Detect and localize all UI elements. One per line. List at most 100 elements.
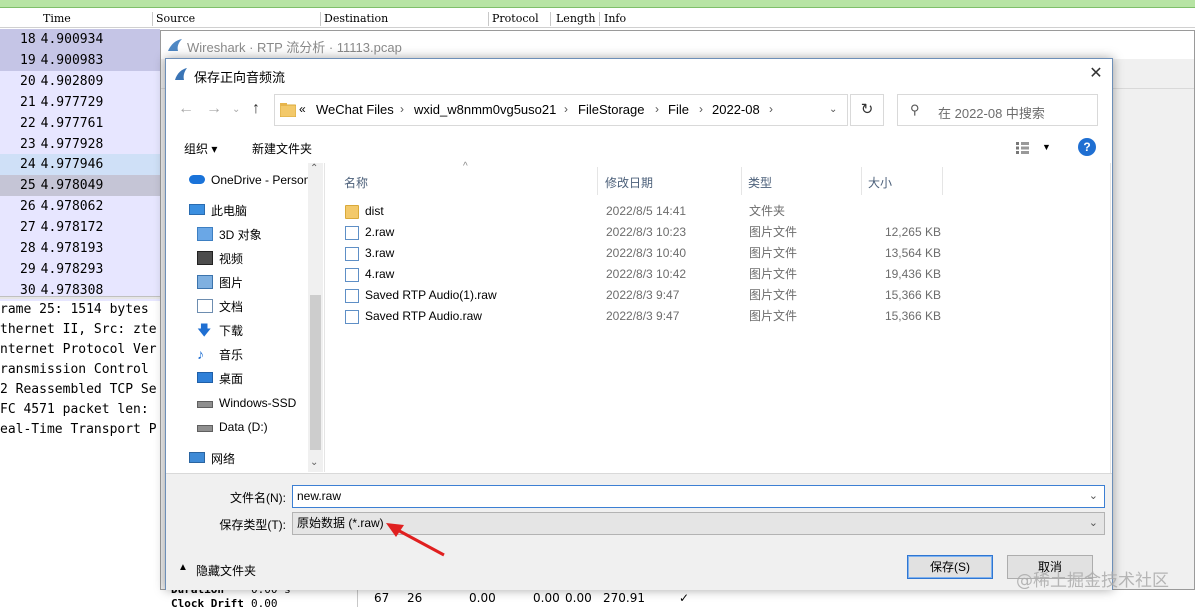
nav-item[interactable]: 3D 对象: [197, 222, 323, 246]
pane-splitter[interactable]: [0, 296, 160, 299]
column-separator[interactable]: [599, 12, 600, 26]
breadcrumb-file[interactable]: File: [668, 102, 689, 117]
file-name: Saved RTP Audio.raw: [365, 309, 482, 323]
column-type[interactable]: 类型: [748, 174, 772, 191]
nav-item-label: 此电脑: [211, 203, 248, 218]
packet-row[interactable]: 18 4.900934: [0, 29, 160, 50]
file-row[interactable]: 2.raw 2022/8/3 10:23 图片文件 12,265 KB: [335, 222, 1095, 243]
packet-row[interactable]: 23 4.977928: [0, 133, 160, 155]
nav-item[interactable]: ♪ 音乐: [197, 342, 323, 366]
detail-line[interactable]: thernet II, Src: zte: [0, 320, 157, 340]
column-separator[interactable]: [550, 12, 551, 26]
column-time[interactable]: Time: [43, 12, 71, 25]
column-size[interactable]: 大小: [868, 174, 892, 191]
packet-row[interactable]: 29 4.978293: [0, 258, 160, 280]
file-icon: [345, 247, 359, 261]
chevron-right-icon[interactable]: ›: [699, 102, 703, 116]
column-separator[interactable]: [488, 12, 489, 26]
chevron-down-icon[interactable]: ▼: [1042, 142, 1051, 152]
chevron-down-icon[interactable]: ⌄: [1089, 486, 1098, 507]
close-button[interactable]: ✕: [1084, 63, 1108, 85]
nav-item[interactable]: 视频: [197, 246, 323, 270]
nav-item[interactable]: Data (D:): [197, 414, 323, 438]
new-folder-button[interactable]: 新建文件夹: [252, 140, 312, 157]
packet-row[interactable]: 22 4.977761: [0, 112, 160, 134]
column-divider[interactable]: [741, 167, 742, 195]
file-row[interactable]: dist 2022/8/5 14:41 文件夹: [335, 201, 1095, 222]
chevron-right-icon[interactable]: ›: [769, 102, 773, 116]
nav-scroll-thumb[interactable]: [310, 295, 321, 450]
up-folder-icon[interactable]: ↑: [252, 100, 260, 118]
file-row[interactable]: Saved RTP Audio(1).raw 2022/8/3 9:47 图片文件 1…: [335, 285, 1095, 306]
chevron-right-icon[interactable]: ›: [655, 102, 659, 116]
chevron-down-icon[interactable]: ⌄: [829, 104, 837, 115]
breadcrumb-wechat-files[interactable]: WeChat Files: [316, 102, 394, 117]
clock-drift-label: Clock Drift: [171, 597, 244, 607]
filename-input[interactable]: new.raw ⌄: [292, 485, 1105, 508]
hide-folders-toggle[interactable]: 隐藏文件夹: [196, 562, 256, 579]
nav-item[interactable]: 网络: [189, 446, 323, 470]
breadcrumb-2022-08[interactable]: 2022-08: [712, 102, 760, 117]
packet-row[interactable]: 27 4.978172: [0, 217, 160, 239]
rtp-window-titlebar: Wireshark · RTP 流分析 · 11113.pcap: [161, 31, 1194, 59]
packet-row[interactable]: 28 4.978193: [0, 238, 160, 259]
column-divider[interactable]: [861, 167, 862, 195]
file-row[interactable]: 3.raw 2022/8/3 10:40 图片文件 13,564 KB: [335, 243, 1095, 264]
chevron-right-icon[interactable]: ›: [564, 102, 568, 116]
column-name[interactable]: 名称: [344, 174, 368, 191]
nav-item[interactable]: 🡇 下载: [197, 318, 323, 342]
packet-row[interactable]: 19 4.900983: [0, 49, 160, 71]
scroll-up-icon[interactable]: ⌃: [310, 163, 318, 174]
packet-row[interactable]: 20 4.902809: [0, 70, 160, 92]
nav-item[interactable]: Windows-SSD: [197, 390, 323, 414]
view-options-icon[interactable]: [1016, 142, 1032, 154]
column-length[interactable]: Length: [556, 12, 595, 25]
detail-line[interactable]: eal-Time Transport P: [0, 420, 157, 440]
nav-item[interactable]: 桌面: [197, 366, 323, 390]
organize-menu[interactable]: 组织 ▾: [184, 140, 217, 157]
nav-item[interactable]: 图片: [197, 270, 323, 294]
save-button[interactable]: 保存(S): [907, 555, 993, 579]
nav-item[interactable]: 此电脑: [189, 198, 323, 222]
recent-locations-icon[interactable]: ⌄: [232, 104, 240, 115]
detail-line[interactable]: 2 Reassembled TCP Se: [0, 380, 157, 400]
nav-item-label: 视频: [219, 251, 244, 266]
detail-line[interactable]: FC 4571 packet len:: [0, 400, 149, 420]
detail-line[interactable]: ransmission Control: [0, 360, 149, 380]
packet-row[interactable]: 26 4.978062: [0, 196, 160, 218]
file-icon: [345, 268, 359, 282]
packet-row[interactable]: 25 4.978049: [0, 175, 160, 197]
dialog-title: 保存正向音频流: [194, 70, 286, 85]
file-row[interactable]: Saved RTP Audio.raw 2022/8/3 9:47 图片文件 15,3…: [335, 306, 1095, 327]
column-source[interactable]: Source: [156, 12, 195, 25]
chevron-right-icon[interactable]: ›: [400, 102, 404, 116]
breadcrumb-wxid[interactable]: wxid_w8nmm0vg5uso21: [414, 102, 556, 117]
forward-arrow-icon[interactable]: →: [206, 100, 222, 118]
column-divider[interactable]: [942, 167, 943, 195]
help-icon[interactable]: ?: [1078, 138, 1096, 156]
nav-item[interactable]: OneDrive - Persona: [189, 167, 323, 191]
column-divider[interactable]: [597, 167, 598, 195]
scroll-down-icon[interactable]: ⌄: [310, 457, 318, 468]
packet-row[interactable]: 24 4.977946: [0, 154, 160, 176]
packet-row[interactable]: 21 4.977729: [0, 91, 160, 113]
column-date[interactable]: 修改日期: [605, 174, 653, 191]
breadcrumb-overflow[interactable]: «: [299, 102, 306, 116]
column-separator[interactable]: [152, 12, 153, 26]
file-row[interactable]: 4.raw 2022/8/3 10:42 图片文件 19,436 KB: [335, 264, 1095, 285]
column-separator[interactable]: [320, 12, 321, 26]
refresh-button[interactable]: ↻: [850, 94, 884, 126]
breadcrumb-filestorage[interactable]: FileStorage: [578, 102, 644, 117]
chevron-up-icon[interactable]: ▲: [178, 562, 188, 573]
column-protocol[interactable]: Protocol: [492, 12, 539, 25]
address-bar[interactable]: « WeChat Files › wxid_w8nmm0vg5uso21 › F…: [274, 94, 848, 126]
search-input[interactable]: ⚲ 在 2022-08 中搜索: [897, 94, 1098, 126]
nav-item-label: OneDrive - Persona: [211, 172, 318, 187]
detail-line[interactable]: rame 25: 1514 bytes: [0, 300, 149, 320]
back-arrow-icon[interactable]: ←: [178, 100, 194, 118]
detail-line[interactable]: nternet Protocol Ver: [0, 340, 157, 360]
column-info[interactable]: Info: [604, 12, 626, 25]
chevron-down-icon[interactable]: ⌄: [1089, 513, 1098, 534]
column-destination[interactable]: Destination: [324, 12, 388, 25]
nav-item[interactable]: 文档: [197, 294, 323, 318]
